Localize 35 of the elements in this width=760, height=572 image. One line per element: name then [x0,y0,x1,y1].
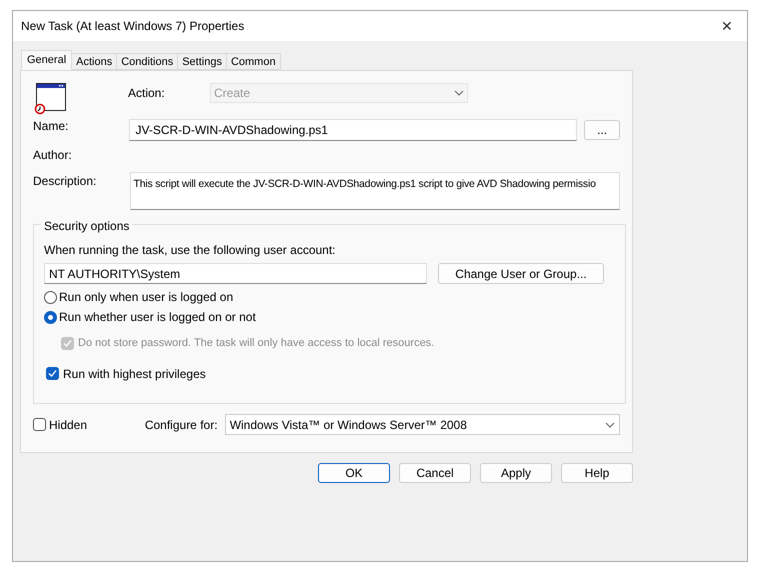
tab[interactable]: Settings [178,53,227,70]
configure-for-dropdown[interactable]: Windows Vista™ or Windows Server™ 2008 [224,414,620,435]
action-label: Action: [128,85,166,102]
description-label: Description: [33,173,98,190]
change-user-button[interactable]: Change User or Group... [438,263,604,284]
name-label: Name: [33,118,70,135]
radio-button[interactable] [44,310,57,324]
user-account-field[interactable]: NT AUTHORITY\System [44,263,427,284]
tab[interactable]: Common [226,53,281,70]
chevron-icon [454,90,464,96]
dialog-button[interactable]: OK [318,463,390,483]
checkbox[interactable] [33,418,46,431]
radio-label: Run only when user is logged on [59,289,234,306]
checkbox-label: Do not store password. The task will only have access to local resources. [78,336,434,351]
dialog-button[interactable]: Apply [480,463,552,483]
dialog-button[interactable]: Cancel [399,463,471,483]
tab[interactable]: Conditions [117,53,178,70]
description-field[interactable]: This script will execute the JV-SCR-D-WIN-AVDShadowing.ps1 script to give AVD Shadowing permissio [130,172,620,210]
checkbox-label: Run with highest privileges [63,366,206,382]
hidden-label: Hidden [49,416,88,434]
account-prompt: When running the task, use the following user account: [44,242,337,259]
browse-button[interactable]: ... [584,120,620,140]
radio-label: Run whether user is logged on or not [59,309,256,326]
task-window-icon [33,81,67,115]
close-button[interactable]: ✕ [707,11,747,41]
tab[interactable]: General [21,50,72,70]
window-title: New Task (At least Windows 7) Properties [21,18,244,35]
checkbox[interactable] [46,367,59,380]
configure-for-label: Configure for: [144,416,219,434]
dialog-button[interactable]: Help [561,463,633,483]
tab[interactable]: Actions [72,53,118,70]
name-field[interactable]: JV-SCR-D-WIN-AVDShadowing.ps1 [129,119,578,141]
radio-button[interactable] [44,290,57,304]
author-label: Author: [33,147,73,164]
chevron-icon [605,422,615,428]
